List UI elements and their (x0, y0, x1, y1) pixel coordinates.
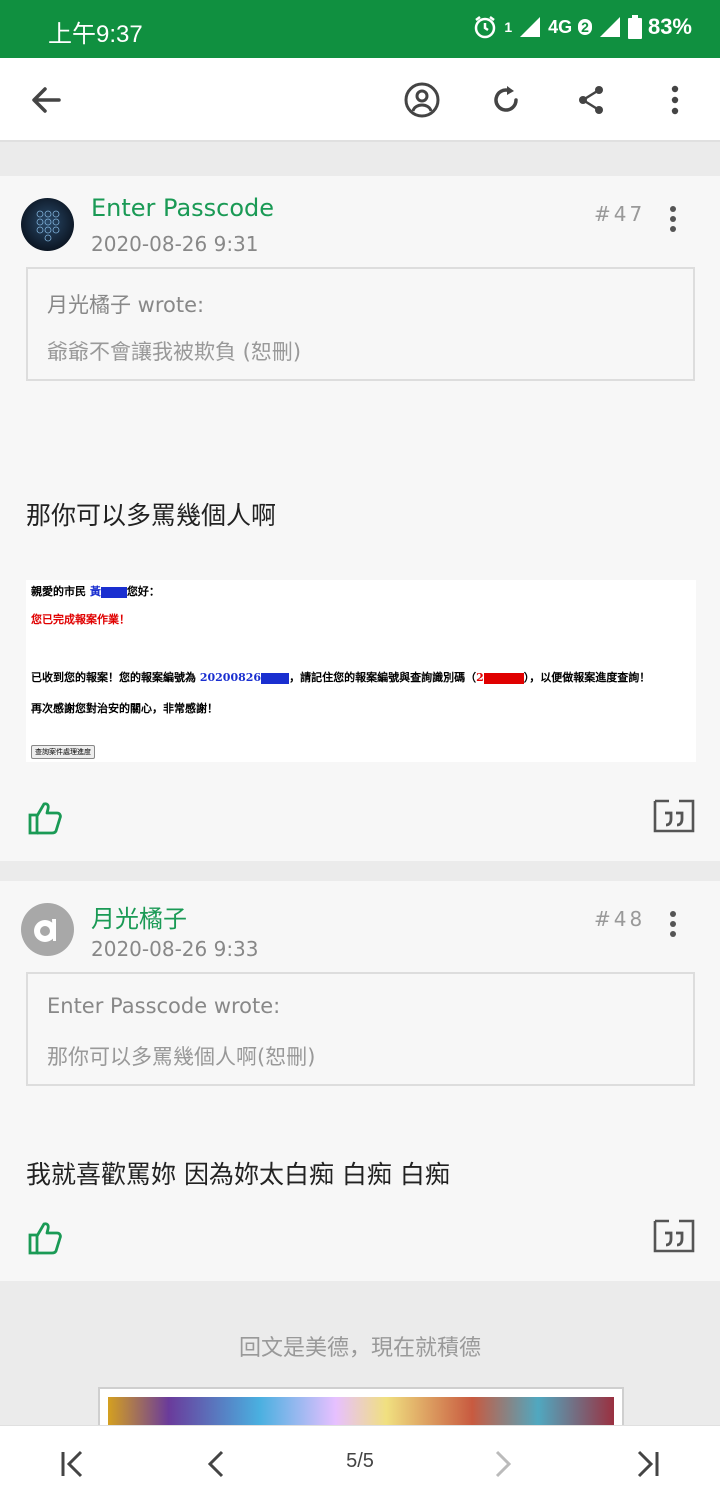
quote-reply-button[interactable] (653, 797, 695, 833)
last-page-icon (637, 1450, 659, 1478)
attachment-line-4: 再次感謝您對治安的關心，非常感謝！ (31, 702, 218, 715)
post-more-button[interactable] (660, 909, 686, 939)
refresh-icon (494, 86, 518, 112)
more-vertical-icon (671, 85, 679, 115)
share-button[interactable] (569, 78, 613, 122)
post-body: 我就喜歡罵妳 因為妳太白痴 白痴 白痴 (26, 1160, 450, 1189)
post-body: 那你可以多罵幾個人啊 (26, 501, 277, 530)
attachment-line-3: 已收到您的報案！您的報案編號為 20200826 ，請記住您的報案編號與查詢識別碼… (31, 671, 651, 684)
quote-header: Enter Passcode wrote: (47, 994, 281, 1018)
post-date: 2020-08-26 9:31 (91, 232, 259, 256)
post-date: 2020-08-26 9:33 (91, 937, 259, 961)
battery-icon (627, 15, 642, 39)
redacted-code (483, 672, 524, 684)
keypad-avatar-icon (36, 210, 60, 242)
quote-text: 爺爺不會讓我被欺負 (恕刪) (47, 340, 302, 364)
last-page-button[interactable] (628, 1444, 668, 1484)
top-toolbar (0, 58, 720, 142)
user-circle-icon (404, 82, 440, 118)
attachment-query-button: 查詢案件處理進度 (31, 745, 95, 759)
signal-icon (520, 17, 541, 37)
redacted-number (261, 672, 290, 684)
default-avatar-icon (34, 919, 56, 942)
first-page-button[interactable] (52, 1444, 92, 1484)
alarm-icon (475, 16, 496, 39)
author-name[interactable]: 月光橘子 (91, 899, 187, 934)
share-icon (579, 86, 603, 114)
floor-number: #47 (594, 202, 646, 226)
thumbs-up-icon (28, 802, 62, 835)
status-icons: 1 4G 2 83% (472, 14, 692, 40)
battery-level: 83% (647, 14, 692, 39)
pagination-bar: 5/5 (0, 1425, 720, 1497)
like-button[interactable] (26, 1218, 66, 1258)
thumbs-up-icon (28, 1222, 62, 1255)
quote-reply-button[interactable] (653, 1217, 695, 1253)
profile-button[interactable] (400, 78, 444, 122)
redacted-name (100, 586, 127, 598)
quote-icon (653, 799, 695, 833)
quote-block: Enter Passcode wrote: 那你可以多罵幾個人啊(恕刪) (26, 972, 695, 1086)
floor-number: #48 (594, 907, 646, 931)
more-button[interactable] (653, 78, 697, 122)
next-page-button[interactable] (483, 1444, 523, 1484)
post-card: 月光橘子 2020-08-26 9:33 #48 Enter Passcode … (0, 881, 720, 1281)
prev-page-button[interactable] (196, 1444, 236, 1484)
author-name[interactable]: Enter Passcode (91, 194, 274, 222)
attachment-image[interactable]: 親愛的市民 黃您好： 您已完成報案作業！ 已收到您的報案！您的報案編號為 202… (26, 580, 696, 762)
page-indicator[interactable]: 5/5 (320, 1450, 400, 1473)
first-page-icon (61, 1450, 83, 1478)
back-button[interactable] (24, 78, 68, 122)
chevron-left-icon (207, 1450, 224, 1478)
quote-text: 那你可以多罵幾個人啊(恕刪) (47, 1045, 316, 1069)
refresh-button[interactable] (484, 78, 528, 122)
quote-block: 月光橘子 wrote: 爺爺不會讓我被欺負 (恕刪) (26, 267, 695, 381)
chevron-right-icon (495, 1450, 512, 1478)
status-time: 上午9:37 (48, 21, 143, 48)
status-bar: 上午9:37 1 4G 2 83% (0, 0, 720, 58)
arrow-left-icon (32, 87, 61, 113)
like-button[interactable] (26, 798, 66, 838)
avatar[interactable] (21, 198, 74, 251)
sim1-label: 1 (504, 19, 513, 35)
sim2-label: 2 (578, 19, 592, 35)
signal-icon-2 (599, 17, 620, 37)
attachment-line-1: 親愛的市民 黃您好： (31, 585, 160, 598)
quote-header: 月光橘子 wrote: (47, 293, 205, 317)
post-more-button[interactable] (660, 204, 686, 234)
avatar[interactable] (21, 903, 74, 956)
network-label: 4G (548, 16, 573, 37)
reply-prompt[interactable]: 回文是美德，現在就積德 (0, 1330, 720, 1362)
attachment-line-2: 您已完成報案作業！ (31, 613, 130, 626)
quote-icon (653, 1219, 695, 1253)
